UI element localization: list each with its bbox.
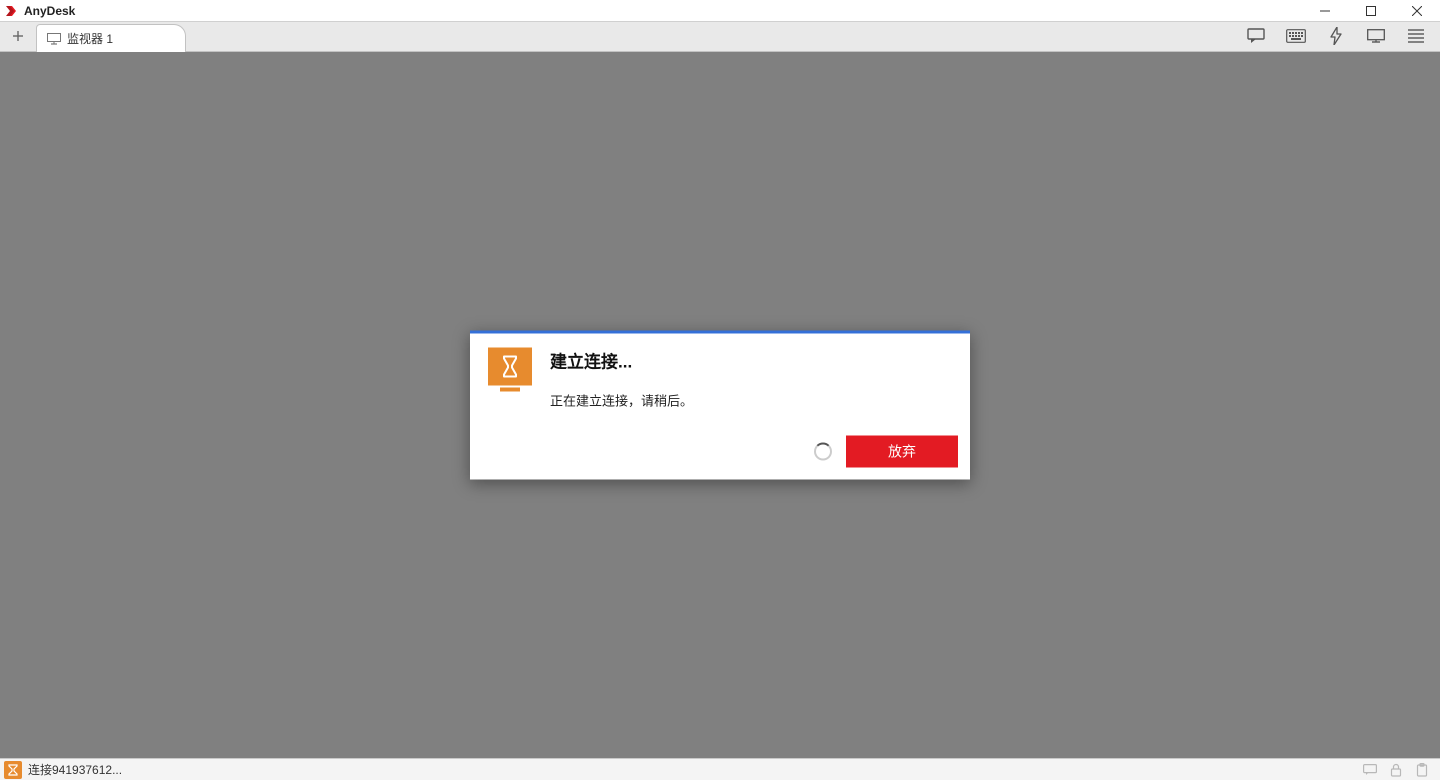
app-title: AnyDesk xyxy=(22,4,75,18)
menu-button[interactable] xyxy=(1396,21,1436,51)
status-right-icons xyxy=(1362,762,1440,778)
status-hourglass-icon xyxy=(4,761,22,779)
connecting-dialog: 建立连接... 正在建立连接，请稍后。 放弃 xyxy=(470,331,970,480)
chat-button[interactable] xyxy=(1236,21,1276,51)
actions-button[interactable] xyxy=(1316,21,1356,51)
abort-button[interactable]: 放弃 xyxy=(846,436,958,468)
app-logo-icon xyxy=(0,0,22,22)
display-button[interactable] xyxy=(1356,21,1396,51)
loading-spinner-icon xyxy=(814,443,832,461)
title-bar: AnyDesk xyxy=(0,0,1440,22)
window-maximize-button[interactable] xyxy=(1348,0,1394,22)
clipboard-status-icon xyxy=(1414,762,1430,778)
dialog-title: 建立连接... xyxy=(550,348,952,373)
status-text: 连接941937612... xyxy=(28,761,122,778)
new-tab-button[interactable] xyxy=(0,21,36,51)
lock-status-icon xyxy=(1388,762,1404,778)
main-viewport: 建立连接... 正在建立连接，请稍后。 放弃 xyxy=(0,52,1440,758)
status-bar: 连接941937612... xyxy=(0,758,1440,780)
tab-label: 监视器 1 xyxy=(67,30,113,47)
tab-bar: 监视器 1 xyxy=(0,22,1440,52)
monitor-icon xyxy=(47,33,61,45)
tab-monitor-1[interactable]: 监视器 1 xyxy=(36,24,186,52)
chat-status-icon xyxy=(1362,762,1378,778)
keyboard-button[interactable] xyxy=(1276,21,1316,51)
dialog-message: 正在建立连接，请稍后。 xyxy=(550,391,952,410)
hourglass-monitor-icon xyxy=(488,348,532,386)
toolbar xyxy=(1236,21,1440,51)
window-close-button[interactable] xyxy=(1394,0,1440,22)
window-minimize-button[interactable] xyxy=(1302,0,1348,22)
